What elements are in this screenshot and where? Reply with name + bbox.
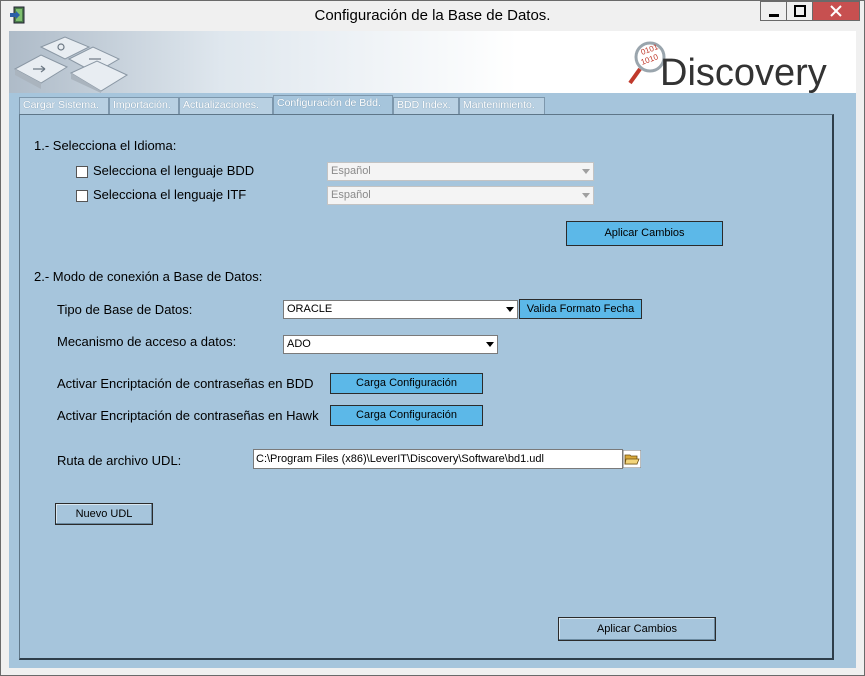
app-window: Configuración de la Base de Datos. 0101 … [0, 0, 865, 676]
tab-mantenimiento[interactable]: Mantenimiento. [459, 97, 545, 114]
tab-importacion[interactable]: Importación. [109, 97, 179, 114]
tab-actualizaciones[interactable]: Actualizaciones. [179, 97, 273, 114]
chevron-down-icon [582, 169, 590, 174]
close-icon [830, 5, 842, 17]
folder-open-icon[interactable] [623, 450, 641, 468]
banner: 0101 1010 Discovery [9, 31, 856, 93]
close-button[interactable] [812, 1, 860, 21]
validate-date-format-button[interactable]: Valida Formato Fecha [519, 299, 642, 319]
apply-language-button[interactable]: Aplicar Cambios [566, 221, 723, 246]
bdd-language-checkbox[interactable] [76, 166, 88, 178]
logo-text: Discovery [660, 52, 827, 93]
encrypt-hawk-label: Activar Encriptación de contraseñas en H… [57, 408, 319, 423]
db-type-label: Tipo de Base de Datos: [57, 302, 193, 317]
maximize-button[interactable] [786, 1, 813, 21]
itf-language-select[interactable]: Español [327, 186, 594, 205]
udl-path-label: Ruta de archivo UDL: [57, 453, 182, 468]
keyboard-keys-icon [13, 36, 129, 93]
encrypt-bdd-load-button[interactable]: Carga Configuración [330, 373, 483, 394]
bdd-language-select[interactable]: Español [327, 162, 594, 181]
chevron-down-icon [506, 307, 514, 312]
client-area: 0101 1010 Discovery Cargar Sistema. Impo… [9, 31, 856, 668]
chevron-down-icon [582, 193, 590, 198]
minimize-button[interactable] [760, 1, 787, 21]
tab-cargar-sistema[interactable]: Cargar Sistema. [19, 97, 109, 114]
maximize-icon [793, 5, 806, 17]
tab-configuracion-bdd[interactable]: Configuración de Bdd. [273, 95, 393, 115]
bdd-language-value: Español [331, 165, 371, 177]
itf-language-label: Selecciona el lenguaje ITF [93, 187, 247, 202]
config-panel: 1.- Selecciona el Idioma: Selecciona el … [19, 114, 834, 660]
title-bar[interactable]: Configuración de la Base de Datos. [1, 1, 864, 31]
chevron-down-icon [486, 342, 494, 347]
bdd-language-label: Selecciona el lenguaje BDD [93, 163, 255, 178]
window-title: Configuración de la Base de Datos. [314, 7, 551, 24]
access-mechanism-label: Mecanismo de acceso a datos: [57, 334, 237, 349]
tab-bdd-index[interactable]: BDD Index. [393, 97, 459, 114]
db-type-select[interactable]: ORACLE [283, 300, 518, 319]
new-udl-button[interactable]: Nuevo UDL [55, 503, 153, 525]
connection-section-heading: 2.- Modo de conexión a Base de Datos: [34, 269, 263, 284]
discovery-logo-icon: 0101 1010 Discovery [628, 41, 827, 93]
minimize-icon [768, 14, 779, 17]
db-type-value: ORACLE [287, 303, 333, 315]
language-section-heading: 1.- Selecciona el Idioma: [34, 138, 177, 153]
encrypt-bdd-label: Activar Encriptación de contraseñas en B… [57, 376, 314, 391]
udl-path-input[interactable]: C:\Program Files (x86)\LeverIT\Discovery… [253, 449, 623, 469]
itf-language-value: Español [331, 189, 371, 201]
encrypt-hawk-load-button[interactable]: Carga Configuración [330, 405, 483, 426]
access-mechanism-select[interactable]: ADO [283, 335, 498, 354]
access-mechanism-value: ADO [287, 338, 311, 350]
itf-language-checkbox[interactable] [76, 190, 88, 202]
apply-connection-button[interactable]: Aplicar Cambios [558, 617, 716, 641]
